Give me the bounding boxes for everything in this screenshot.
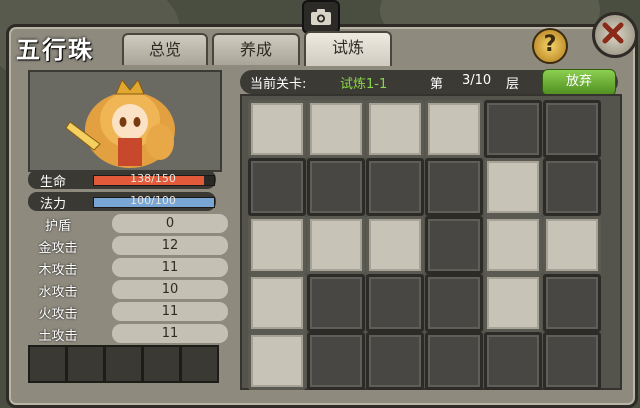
grid-tile-dark[interactable]	[484, 100, 542, 158]
character-avatar	[65, 79, 175, 168]
attr-label: 火攻击	[38, 307, 78, 322]
camera-icon	[311, 9, 331, 25]
mp-value: 100/100	[130, 194, 176, 207]
question-icon: ?	[543, 32, 557, 57]
item-slot[interactable]	[104, 345, 143, 383]
grid-tile-dark[interactable]	[248, 158, 306, 216]
hp-value: 138/150	[130, 172, 176, 185]
item-slot[interactable]	[66, 345, 105, 383]
attr-row-water: 水攻击 10	[28, 280, 228, 300]
mp-label: 法力	[40, 197, 67, 212]
grid-tile-light[interactable]	[307, 216, 365, 274]
floor-prefix: 第	[430, 77, 444, 92]
grid-tile-dark[interactable]	[425, 158, 483, 216]
grid-tile-dark[interactable]	[307, 274, 365, 332]
item-slot[interactable]	[28, 345, 67, 383]
page-title: 五行珠	[16, 36, 94, 64]
attr-value: 0	[112, 214, 228, 233]
grid-tile-light[interactable]	[484, 216, 542, 274]
grid-tile-dark[interactable]	[425, 332, 483, 390]
grid-tile-light[interactable]	[366, 216, 424, 274]
level-label: 当前关卡:	[250, 77, 307, 92]
grid-tile-dark[interactable]	[307, 158, 365, 216]
attr-label: 土攻击	[38, 329, 78, 344]
item-slot[interactable]	[142, 345, 181, 383]
attr-label: 金攻击	[38, 241, 78, 256]
grid-tile-dark[interactable]	[366, 332, 424, 390]
grid-tile-light[interactable]	[484, 158, 542, 216]
tab-trial[interactable]: 试炼	[304, 31, 392, 66]
grid-tile-light[interactable]	[248, 216, 306, 274]
tab-overview[interactable]: 总览	[122, 33, 208, 65]
grid-tile-light[interactable]	[307, 100, 365, 158]
grid-tile-light[interactable]	[248, 332, 306, 390]
tab-cultivate[interactable]: 养成	[212, 33, 300, 65]
tile-grid	[240, 94, 622, 390]
grid-tile-light[interactable]	[484, 274, 542, 332]
item-slot[interactable]	[180, 345, 219, 383]
close-icon	[602, 22, 624, 44]
hp-row: 生命 138/150	[28, 170, 216, 190]
grid-tile-dark[interactable]	[543, 274, 601, 332]
level-name: 试炼1-1	[340, 77, 388, 92]
attr-row-fire: 火攻击 11	[28, 302, 228, 322]
grid-tile-dark[interactable]	[366, 158, 424, 216]
attr-row-shield: 护盾 0	[28, 214, 228, 234]
character-portrait	[28, 70, 222, 172]
attr-value: 11	[112, 324, 228, 343]
grid-tile-dark[interactable]	[307, 332, 365, 390]
attr-label: 水攻击	[38, 285, 78, 300]
grid-tile-dark[interactable]	[425, 216, 483, 274]
attr-value: 11	[112, 258, 228, 277]
grid-tile-light[interactable]	[248, 100, 306, 158]
mp-row: 法力 100/100	[28, 192, 216, 212]
grid-tile-light[interactable]	[248, 274, 306, 332]
grid-tile-light[interactable]	[425, 100, 483, 158]
grid-tile-light[interactable]	[543, 216, 601, 274]
grid-tile-dark[interactable]	[543, 100, 601, 158]
help-button[interactable]: ?	[532, 28, 568, 64]
level-bar: 当前关卡: 试炼1-1 第 3/10 层 放弃	[240, 69, 618, 96]
attr-value: 12	[112, 236, 228, 255]
attr-row-wood: 木攻击 11	[28, 258, 228, 278]
grid-tile-dark[interactable]	[543, 332, 601, 390]
grid-tile-dark[interactable]	[484, 332, 542, 390]
attr-label: 护盾	[44, 219, 71, 234]
grid-tile-dark[interactable]	[425, 274, 483, 332]
grid-tile-light[interactable]	[366, 100, 424, 158]
hp-label: 生命	[40, 175, 67, 190]
attr-value: 10	[112, 280, 228, 299]
floor-suffix: 层	[506, 77, 520, 92]
grid-tile-dark[interactable]	[543, 158, 601, 216]
floor-progress: 3/10	[462, 73, 492, 88]
grid-tile-dark[interactable]	[366, 274, 424, 332]
attr-label: 木攻击	[38, 263, 78, 278]
abandon-button[interactable]: 放弃	[542, 69, 616, 96]
camera-button[interactable]	[302, 0, 340, 34]
attr-value: 11	[112, 302, 228, 321]
attr-row-earth: 土攻击 11	[28, 324, 228, 344]
attr-row-metal: 金攻击 12	[28, 236, 228, 256]
close-button[interactable]	[592, 12, 638, 58]
item-slots	[28, 345, 219, 383]
